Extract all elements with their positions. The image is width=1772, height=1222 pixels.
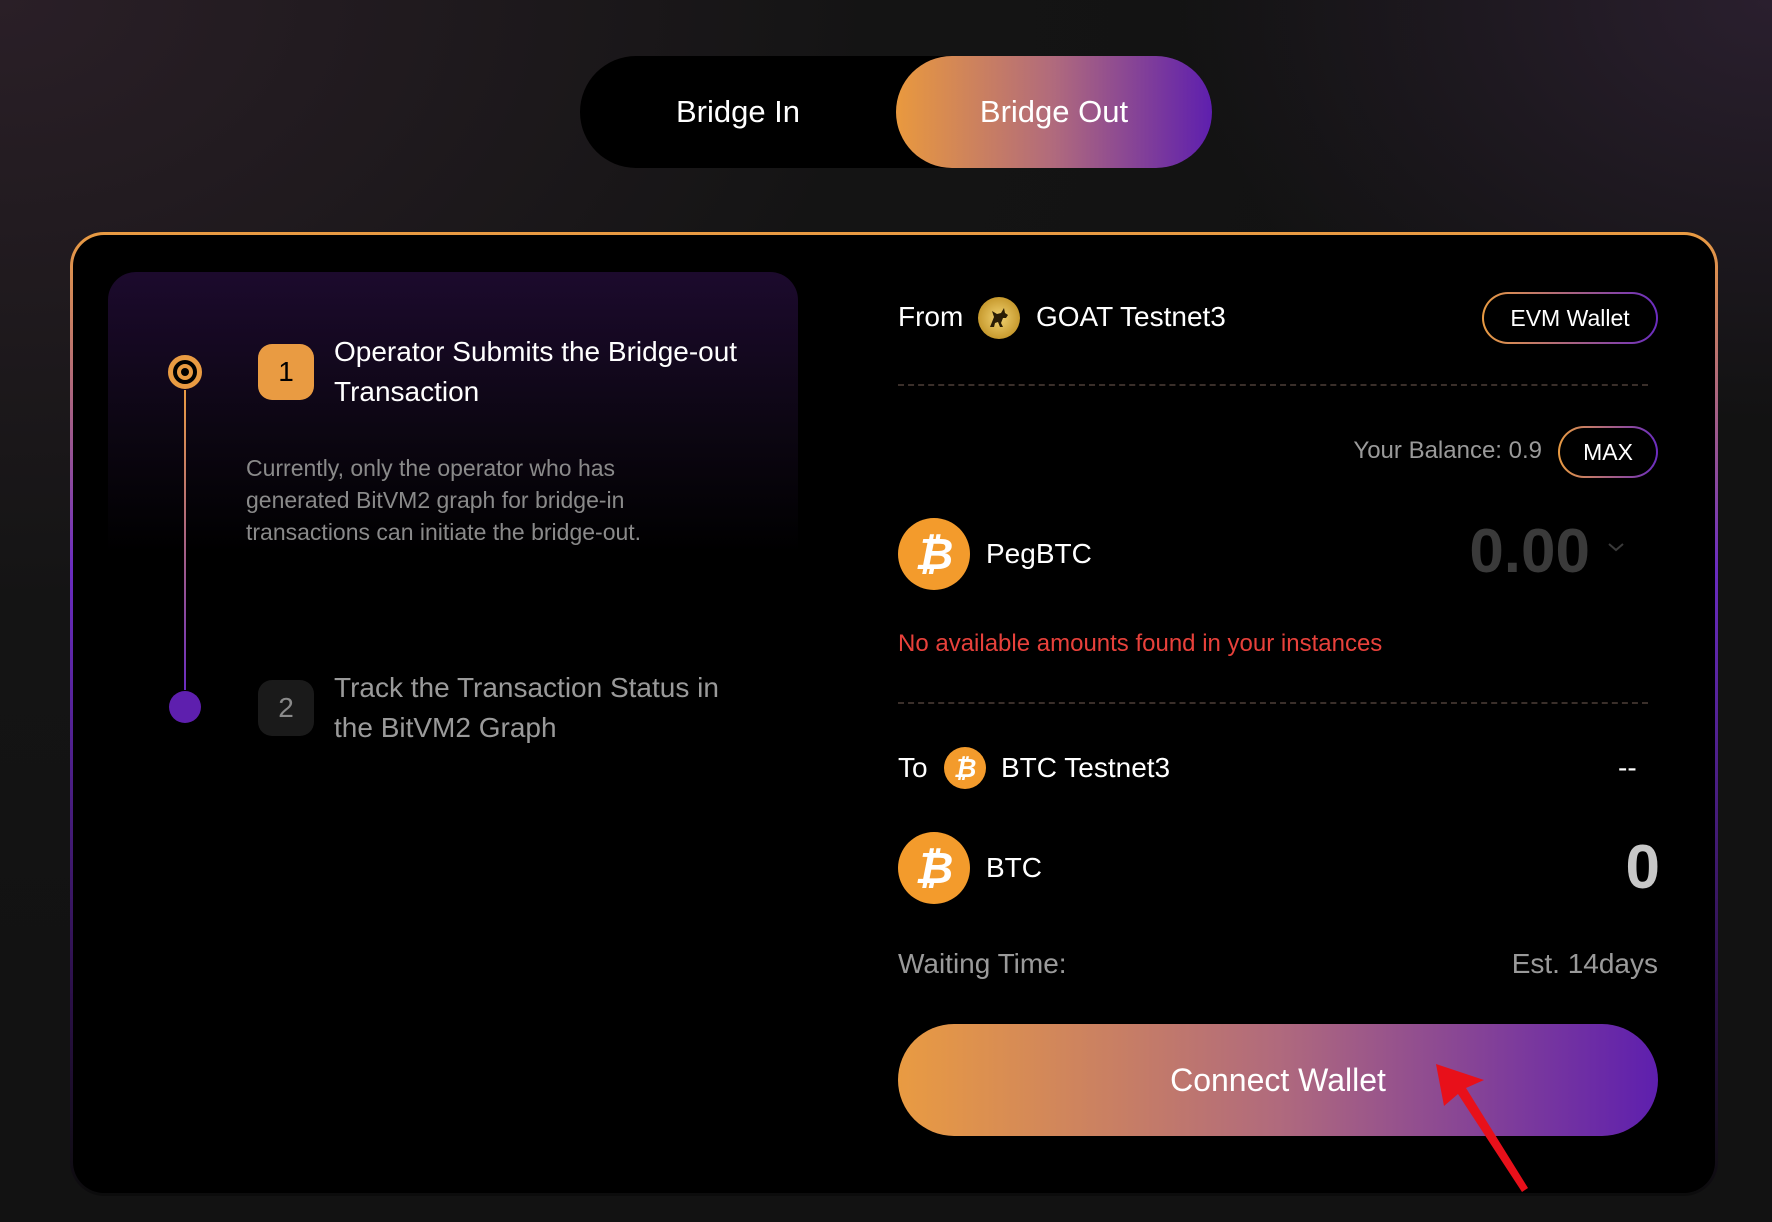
to-network: BTC Testnet3 (1001, 752, 1171, 783)
evm-wallet-label: EVM Wallet (1484, 294, 1656, 342)
from-token: PegBTC (986, 538, 1092, 569)
amount-input[interactable]: 0.00 (1300, 516, 1590, 587)
waiting-time-label: Waiting Time: (898, 948, 1067, 979)
max-label: MAX (1560, 428, 1656, 476)
goat-icon (978, 297, 1020, 339)
from-label: From (898, 301, 964, 332)
connect-wallet-button[interactable]: Connect Wallet (898, 1024, 1658, 1136)
receive-amount: 0 (1625, 833, 1660, 902)
btc-network-icon: ₿ (944, 747, 986, 789)
step-1-indicator (168, 355, 202, 389)
step-1-number: 1 (258, 344, 314, 400)
balance-text: Your Balance: 0.9 (1353, 437, 1542, 464)
tab-bridge-out[interactable]: Bridge Out (896, 56, 1212, 168)
from-network: GOAT Testnet3 (1036, 301, 1226, 332)
step-1-description: Currently, only the operator who has gen… (246, 455, 642, 545)
bridge-toggle: Bridge In Bridge Out (580, 56, 1212, 168)
evm-wallet-button[interactable]: EVM Wallet (1482, 292, 1658, 344)
arrow-pointer-icon (1426, 1062, 1536, 1199)
to-label: To (898, 752, 928, 783)
step-1-title: Operator Submits the Bridge-out Transact… (334, 336, 738, 407)
step-2-number: 2 (258, 680, 314, 736)
timeline-line (184, 390, 186, 690)
tab-bridge-in[interactable]: Bridge In (580, 56, 896, 168)
divider (898, 384, 1648, 386)
step-2-title: Track the Transaction Status in the BitV… (334, 672, 719, 743)
pegbtc-icon: ₿ (898, 518, 970, 590)
error-message: No available amounts found in your insta… (898, 630, 1383, 657)
chevron-down-icon[interactable] (1606, 540, 1626, 559)
to-token: BTC (986, 852, 1042, 883)
waiting-time-value: Est. 14days (1511, 948, 1658, 979)
max-button[interactable]: MAX (1558, 426, 1658, 478)
btc-icon: ₿ (898, 832, 970, 904)
divider (898, 702, 1648, 704)
to-address: -- (1618, 752, 1637, 783)
step-2-indicator (169, 691, 201, 723)
